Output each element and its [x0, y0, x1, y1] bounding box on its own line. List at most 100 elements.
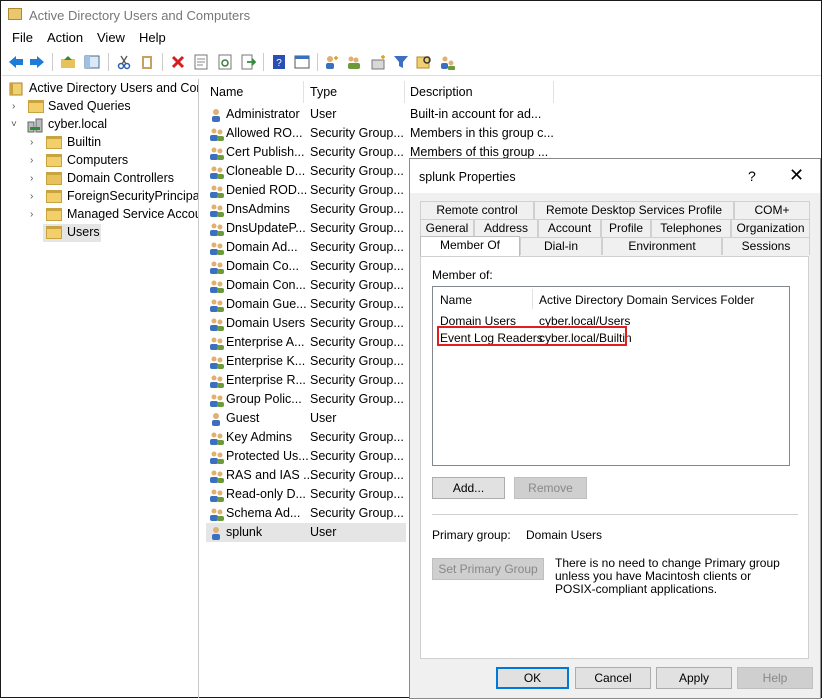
- table-row[interactable]: Domain Co... Security Group...: [206, 257, 406, 276]
- member-of-list[interactable]: Name Active Directory Domain Services Fo…: [432, 286, 790, 466]
- chevron-down-icon[interactable]: ˅: [11, 119, 17, 130]
- tab-account[interactable]: Account: [538, 219, 601, 237]
- menu-file[interactable]: File: [12, 30, 33, 45]
- table-row[interactable]: Schema Ad... Security Group...: [206, 504, 406, 523]
- chevron-right-icon[interactable]: ›: [12, 101, 15, 112]
- table-row[interactable]: Group Polic... Security Group...: [206, 390, 406, 409]
- tab-member-of[interactable]: Member Of: [420, 236, 520, 256]
- cancel-button[interactable]: Cancel: [575, 667, 651, 689]
- column-separator[interactable]: [303, 81, 304, 103]
- group-icon: [209, 335, 225, 351]
- table-row[interactable]: Guest User: [206, 409, 406, 428]
- table-row[interactable]: Read-only D... Security Group...: [206, 485, 406, 504]
- forward-arrow-icon[interactable]: [29, 54, 45, 70]
- add-button[interactable]: Add...: [432, 477, 505, 499]
- row-type: Security Group...: [310, 259, 404, 273]
- row-type: User: [310, 525, 337, 539]
- column-separator[interactable]: [553, 81, 554, 103]
- properties-icon[interactable]: [193, 54, 209, 70]
- app-window: Active Directory Users and Computers Fil…: [0, 0, 822, 699]
- tab-telephones[interactable]: Telephones: [651, 219, 731, 237]
- column-header-type[interactable]: Type: [310, 85, 337, 103]
- table-row[interactable]: Domain Gue... Security Group...: [206, 295, 406, 314]
- tree-item-managed-service-accounts[interactable]: › Managed Service Accour: [25, 206, 198, 224]
- menu-help[interactable]: Help: [139, 30, 166, 45]
- tree-item-foreign-security-principals[interactable]: › ForeignSecurityPrincipals: [25, 188, 198, 206]
- new-ou-icon[interactable]: [370, 54, 386, 70]
- table-row[interactable]: Enterprise K... Security Group...: [206, 352, 406, 371]
- group-icon: [209, 430, 225, 446]
- tree-item-domain-controllers[interactable]: › Domain Controllers: [25, 170, 195, 188]
- export-list-icon[interactable]: [240, 54, 256, 70]
- tab-general[interactable]: General: [420, 219, 474, 237]
- row-name: Cloneable D...: [226, 164, 306, 178]
- menu-view[interactable]: View: [97, 30, 125, 45]
- column-header-name[interactable]: Name: [210, 85, 243, 103]
- refresh-icon[interactable]: [217, 54, 233, 70]
- chevron-right-icon[interactable]: ›: [30, 209, 33, 220]
- apply-button[interactable]: Apply: [656, 667, 732, 689]
- tree-item-saved-queries[interactable]: › Saved Queries: [7, 98, 197, 116]
- table-row[interactable]: Allowed RO... Security Group... Members in…: [206, 124, 554, 143]
- tab-organization[interactable]: Organization: [731, 219, 810, 237]
- tree-root[interactable]: Active Directory Users and Com: [7, 80, 198, 98]
- clipboard-icon[interactable]: [139, 54, 155, 70]
- column-separator[interactable]: [532, 289, 533, 309]
- chevron-right-icon[interactable]: ›: [30, 191, 33, 202]
- add-to-group-icon[interactable]: [440, 54, 456, 70]
- tab-profile[interactable]: Profile: [601, 219, 651, 237]
- table-row[interactable]: Key Admins Security Group...: [206, 428, 406, 447]
- row-type: Security Group...: [310, 145, 404, 159]
- column-separator[interactable]: [404, 81, 405, 103]
- tab-com-plus[interactable]: COM+: [734, 201, 810, 219]
- help-button[interactable]: Help: [737, 667, 813, 689]
- delete-icon[interactable]: [170, 54, 186, 70]
- filter-icon[interactable]: [393, 54, 409, 70]
- remove-button[interactable]: Remove: [514, 477, 587, 499]
- tab-remote-desktop-services-profile[interactable]: Remote Desktop Services Profile: [534, 201, 734, 219]
- console-window-icon[interactable]: [294, 54, 310, 70]
- help-book-icon[interactable]: ?: [271, 54, 287, 70]
- chevron-right-icon[interactable]: ›: [30, 155, 33, 166]
- tree-item-computers[interactable]: › Computers: [25, 152, 195, 170]
- new-group-icon[interactable]: [346, 54, 362, 70]
- console-tree-icon[interactable]: [84, 54, 100, 70]
- table-row[interactable]: Administrator User Built-in account for ad…: [206, 105, 541, 124]
- table-row[interactable]: DnsAdmins Security Group...: [206, 200, 406, 219]
- table-row[interactable]: Cloneable D... Security Group...: [206, 162, 406, 181]
- table-row[interactable]: Protected Us... Security Group...: [206, 447, 406, 466]
- set-primary-group-button[interactable]: Set Primary Group: [432, 558, 544, 580]
- table-row[interactable]: RAS and IAS ... Security Group...: [206, 466, 406, 485]
- table-row[interactable]: Enterprise R... Security Group...: [206, 371, 406, 390]
- tab-dial-in[interactable]: Dial-in: [520, 237, 602, 255]
- table-row[interactable]: Domain Users Security Group...: [206, 314, 406, 333]
- tab-environment[interactable]: Environment: [602, 237, 722, 255]
- tree-item-domain[interactable]: ˅ cyber.local: [7, 116, 197, 134]
- table-row[interactable]: Enterprise A... Security Group...: [206, 333, 406, 352]
- member-column-folder[interactable]: Active Directory Domain Services Folder: [539, 293, 754, 307]
- tab-address[interactable]: Address: [474, 219, 538, 237]
- menu-action[interactable]: Action: [47, 30, 83, 45]
- table-row[interactable]: Cert Publish... Security Group... Members …: [206, 143, 548, 162]
- chevron-right-icon[interactable]: ›: [30, 137, 33, 148]
- table-row[interactable]: DnsUpdateP... Security Group...: [206, 219, 406, 238]
- chevron-right-icon[interactable]: ›: [30, 173, 33, 184]
- tree-item-users[interactable]: Users: [25, 224, 101, 242]
- up-folder-icon[interactable]: [60, 54, 76, 70]
- table-row[interactable]: Denied ROD... Security Group...: [206, 181, 406, 200]
- ok-button[interactable]: OK: [496, 667, 569, 689]
- back-arrow-icon[interactable]: [8, 54, 24, 70]
- cut-icon[interactable]: [116, 54, 132, 70]
- new-user-icon[interactable]: [323, 54, 339, 70]
- column-header-description[interactable]: Description: [410, 85, 473, 103]
- help-icon[interactable]: ?: [748, 168, 756, 184]
- close-icon[interactable]: ✕: [789, 165, 804, 186]
- table-row[interactable]: splunk User: [206, 523, 406, 542]
- table-row[interactable]: Domain Con... Security Group...: [206, 276, 406, 295]
- table-row[interactable]: Domain Ad... Security Group...: [206, 238, 406, 257]
- find-icon[interactable]: [416, 54, 432, 70]
- member-column-name[interactable]: Name: [440, 293, 472, 307]
- tree-item-builtin[interactable]: › Builtin: [25, 134, 195, 152]
- tab-sessions[interactable]: Sessions: [722, 237, 810, 255]
- tab-remote-control[interactable]: Remote control: [420, 201, 534, 219]
